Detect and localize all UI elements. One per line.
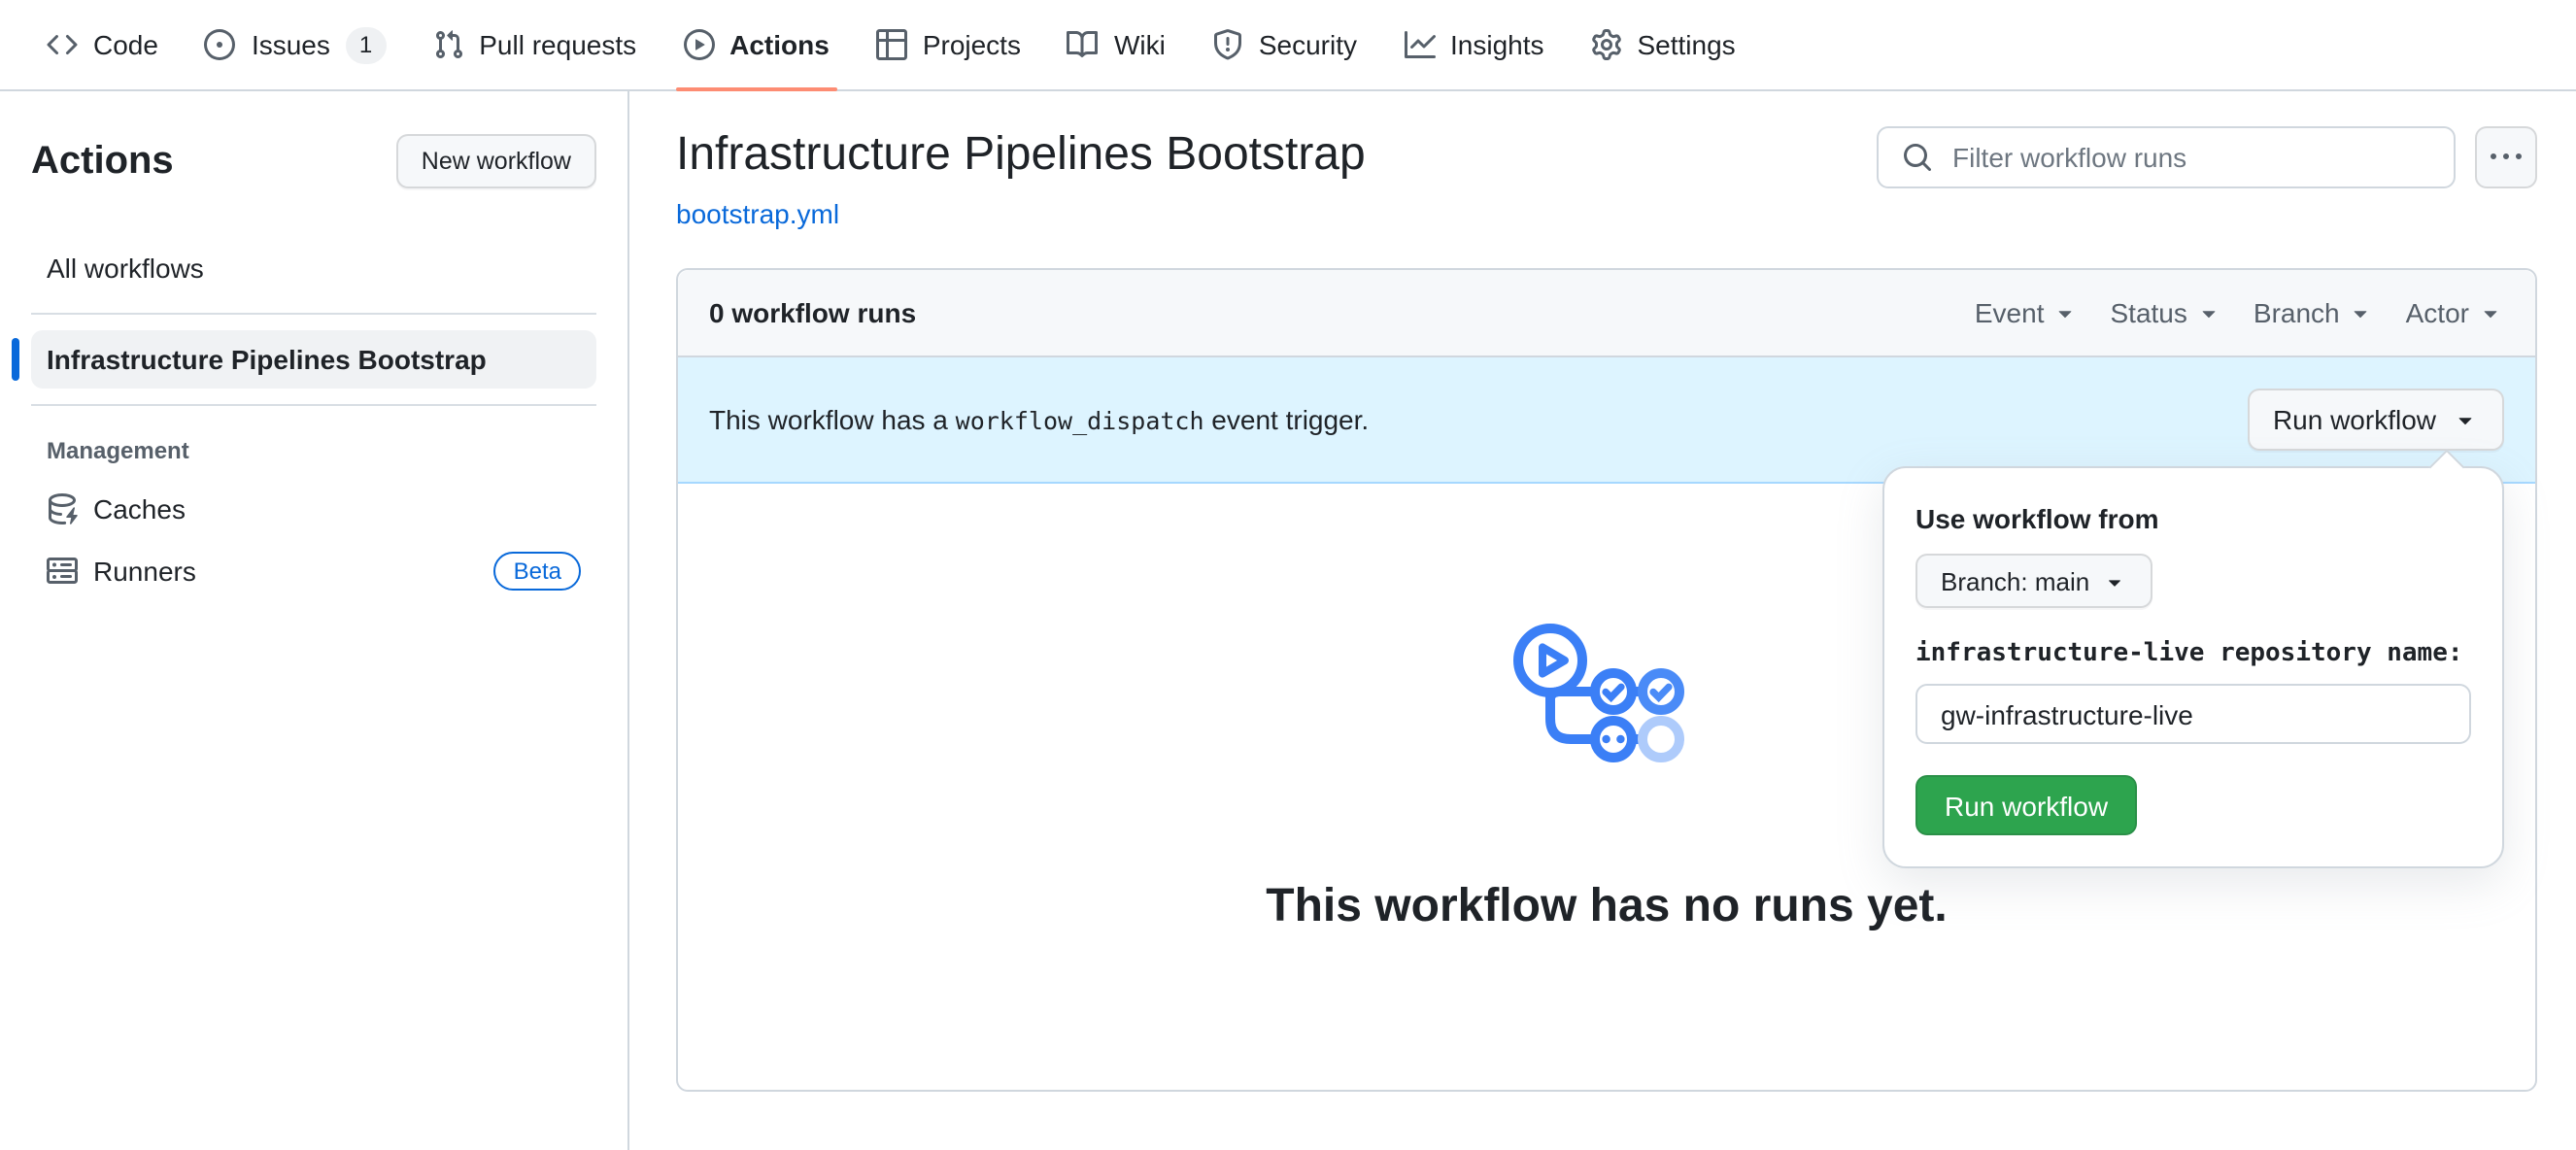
workflow-runs-count: 0 workflow runs: [709, 297, 917, 328]
run-workflow-popover: Use workflow from Branch: main infrastru…: [1882, 449, 2504, 868]
tab-label: Wiki: [1113, 29, 1166, 60]
sidebar-item-label: Runners: [93, 556, 196, 587]
empty-state-title: This workflow has no runs yet.: [1266, 880, 1948, 932]
pull-request-icon: [432, 29, 463, 60]
kebab-horizontal-icon: [2491, 142, 2522, 173]
tab-label: Issues: [251, 29, 330, 60]
cache-icon: [47, 493, 78, 524]
tab-label: Pull requests: [479, 29, 637, 60]
branch-filter-dropdown[interactable]: Branch: [2254, 297, 2375, 328]
chevron-down-icon: [2195, 299, 2222, 326]
tab-code[interactable]: Code: [31, 0, 174, 89]
run-workflow-submit-button[interactable]: Run workflow: [1915, 775, 2138, 835]
repository-name-input[interactable]: [1915, 684, 2471, 744]
tab-label: Settings: [1637, 29, 1736, 60]
runs-filters: Event Status Branch Actor: [1975, 297, 2504, 328]
workflow-file-link[interactable]: bootstrap.yml: [676, 198, 839, 229]
event-filter-dropdown[interactable]: Event: [1975, 297, 2080, 328]
repository-name-input-label: infrastructure-live repository name:: [1915, 639, 2463, 668]
sidebar-item-label: All workflows: [47, 253, 204, 284]
workflow-dispatch-banner: This workflow has a workflow_dispatch ev…: [678, 357, 2535, 868]
branch-selector-button[interactable]: Branch: main: [1915, 554, 2152, 608]
tab-security[interactable]: Security: [1197, 0, 1373, 89]
banner-message: This workflow has a workflow_dispatch ev…: [709, 404, 1370, 435]
sidebar-title: Actions: [31, 139, 174, 182]
run-workflow-dropdown-button[interactable]: Run workflow: [2247, 389, 2504, 451]
tab-label: Insights: [1450, 29, 1544, 60]
chevron-down-icon: [2477, 299, 2504, 326]
use-workflow-from-label: Use workflow from: [1915, 503, 2159, 534]
beta-badge: Beta: [493, 552, 581, 591]
workflow-dispatch-code: workflow_dispatch: [955, 406, 1204, 435]
graph-icon: [1404, 29, 1435, 60]
tab-settings[interactable]: Settings: [1576, 0, 1751, 89]
tab-wiki[interactable]: Wiki: [1052, 0, 1181, 89]
tab-issues[interactable]: Issues 1: [189, 0, 401, 89]
workflow-graph-icon: [1513, 624, 1684, 762]
sidebar-item-label: Infrastructure Pipelines Bootstrap: [47, 344, 487, 375]
tab-label: Code: [93, 29, 158, 60]
sidebar-item-caches[interactable]: Caches: [31, 480, 596, 538]
issue-opened-icon: [205, 29, 236, 60]
divider: [31, 313, 596, 315]
workflow-title: Infrastructure Pipelines Bootstrap: [676, 128, 1366, 181]
main-content: Infrastructure Pipelines Bootstrap boots…: [629, 91, 2576, 1150]
new-workflow-button[interactable]: New workflow: [395, 134, 596, 188]
sidebar-item-selected-workflow[interactable]: Infrastructure Pipelines Bootstrap: [12, 330, 596, 389]
actions-sidebar: Actions New workflow All workflows Infra…: [0, 91, 629, 1150]
gear-icon: [1591, 29, 1622, 60]
book-icon: [1068, 29, 1099, 60]
shield-icon: [1212, 29, 1243, 60]
filter-workflow-runs-box[interactable]: [1877, 126, 2456, 188]
repo-navigation: Code Issues 1 Pull requests Actions Proj…: [0, 0, 2576, 91]
runs-panel-header: 0 workflow runs Event Status Branch Acto…: [678, 270, 2535, 357]
sidebar-item-label: Caches: [93, 493, 186, 524]
tab-actions[interactable]: Actions: [667, 0, 845, 91]
actor-filter-dropdown[interactable]: Actor: [2406, 297, 2504, 328]
chevron-down-icon: [2452, 406, 2479, 433]
tab-pull-requests[interactable]: Pull requests: [417, 0, 652, 89]
sidebar-item-all-workflows[interactable]: All workflows: [31, 239, 596, 297]
table-icon: [876, 29, 907, 60]
server-icon: [47, 556, 78, 587]
chevron-down-icon: [2052, 299, 2080, 326]
issues-count-badge: 1: [345, 26, 387, 63]
filter-workflow-runs-input[interactable]: [1949, 140, 2430, 175]
tab-projects[interactable]: Projects: [861, 0, 1036, 89]
search-icon: [1902, 142, 1933, 173]
sidebar-item-runners[interactable]: Runners Beta: [31, 538, 596, 604]
popover-arrow: [2428, 449, 2465, 486]
tab-label: Projects: [922, 29, 1021, 60]
workflow-more-options-button[interactable]: [2475, 126, 2537, 188]
chevron-down-icon: [2348, 299, 2375, 326]
management-section-header: Management: [47, 437, 189, 464]
tab-label: Security: [1258, 29, 1357, 60]
play-icon: [683, 29, 714, 60]
workflow-runs-panel: 0 workflow runs Event Status Branch Acto…: [676, 268, 2537, 1092]
tab-label: Actions: [729, 29, 830, 60]
github-actions-page: Code Issues 1 Pull requests Actions Proj…: [0, 0, 2576, 1150]
divider: [31, 404, 596, 406]
status-filter-dropdown[interactable]: Status: [2111, 297, 2222, 328]
tab-insights[interactable]: Insights: [1388, 0, 1560, 89]
chevron-down-icon: [2101, 568, 2126, 593]
code-icon: [47, 29, 78, 60]
